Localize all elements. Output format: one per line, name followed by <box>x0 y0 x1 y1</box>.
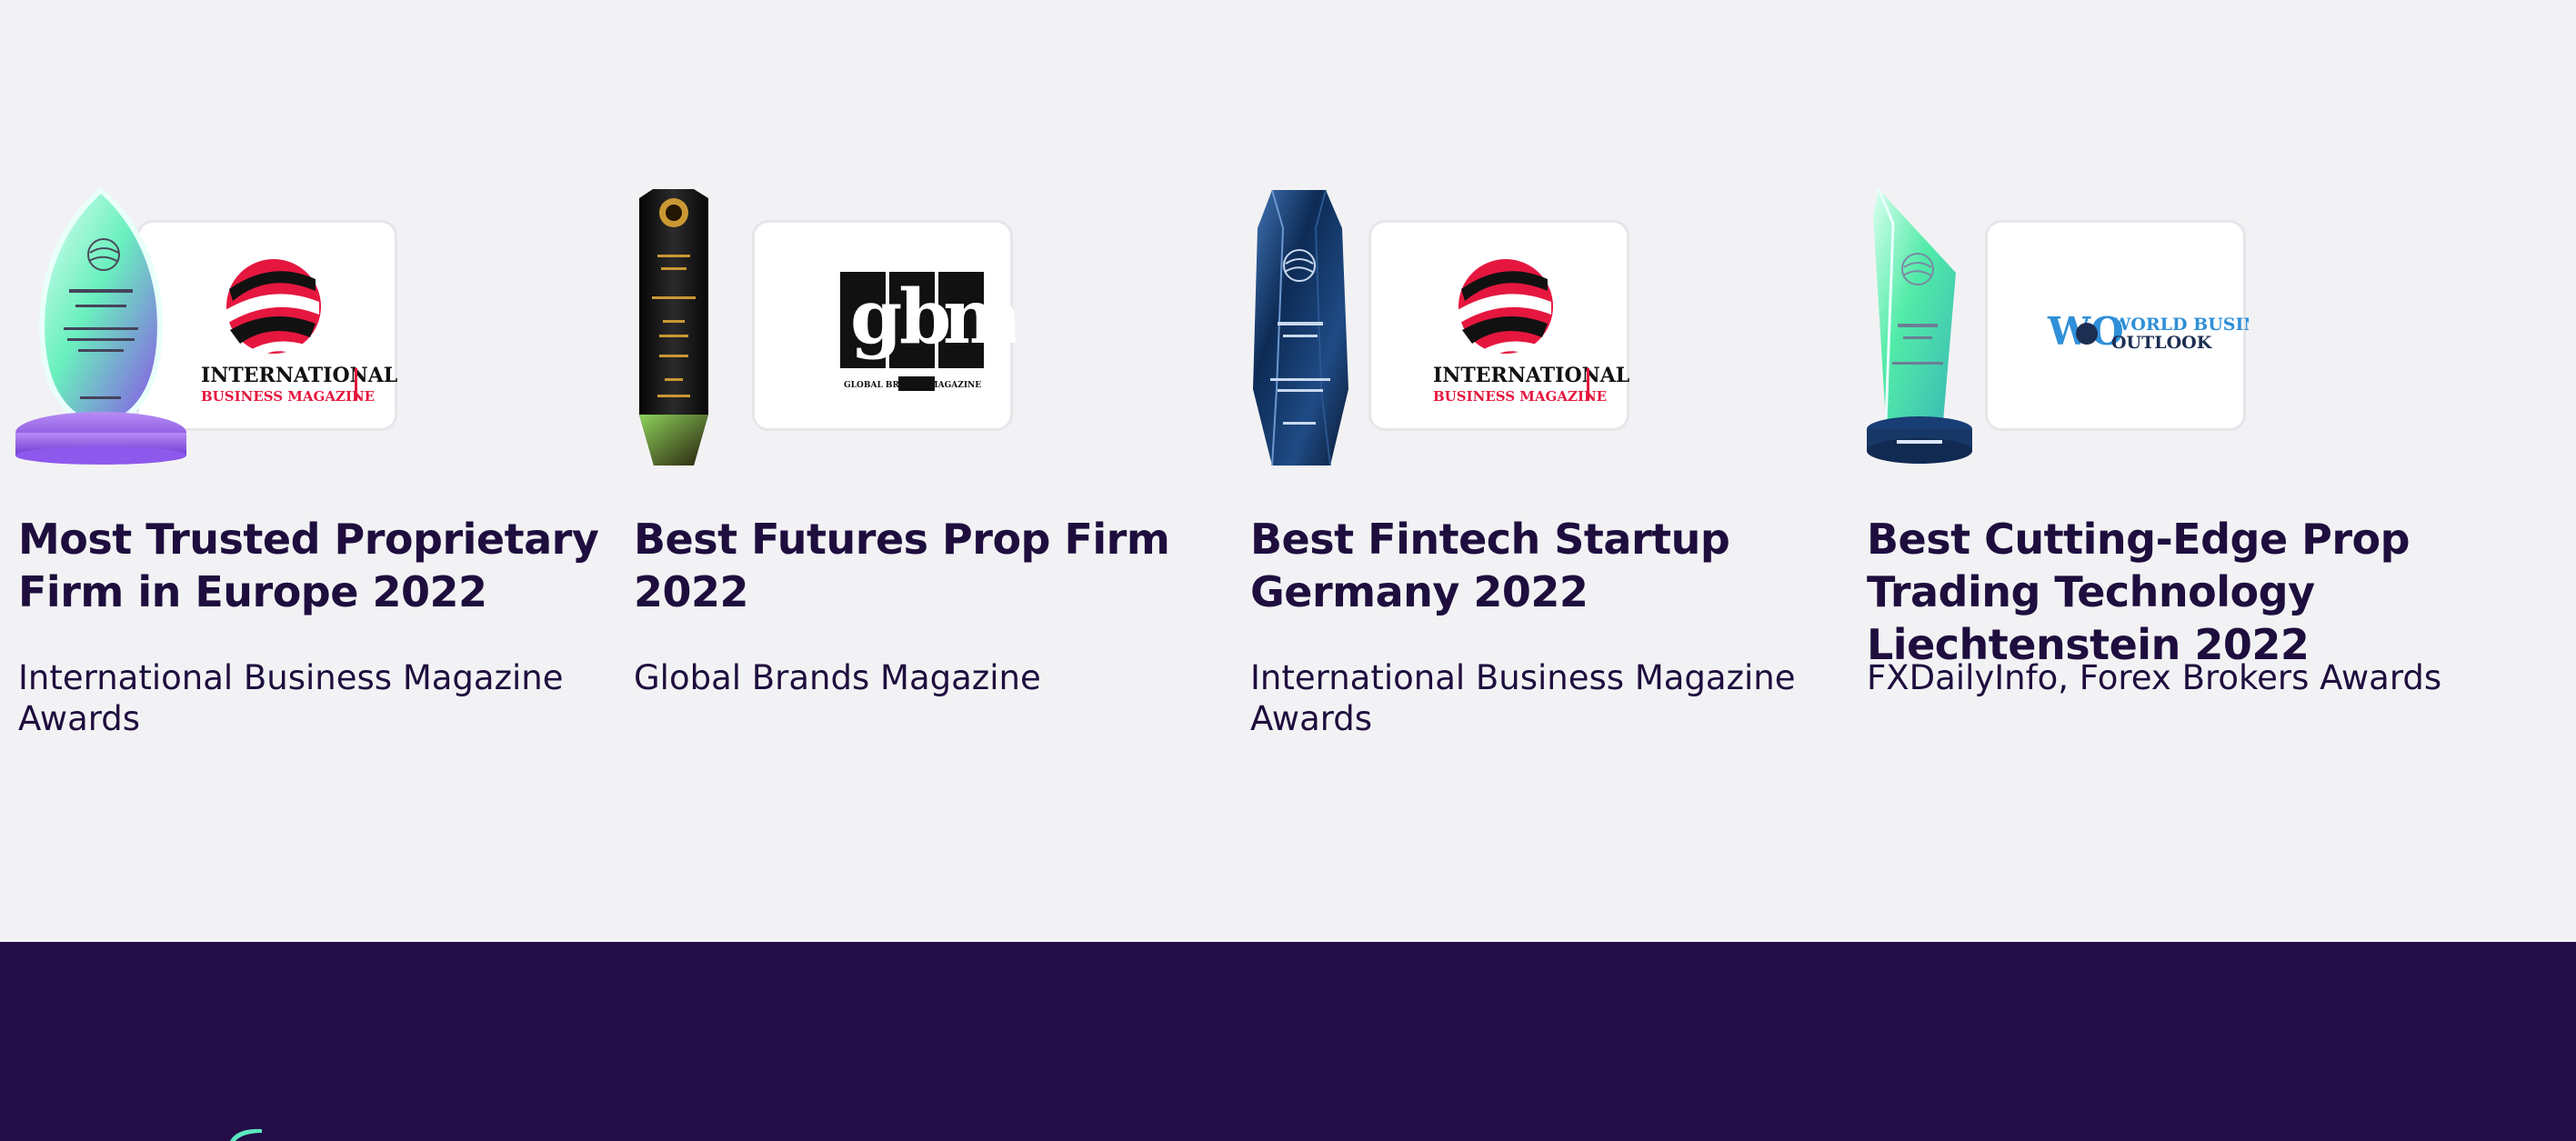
logo-line2: BUSINESS MAGAZINE <box>201 388 375 405</box>
award-issuer: FXDailyInfo, Forex Brokers Awards <box>1867 658 2442 697</box>
award-visual: INTERNATIONAL BUSINESS MAGAZINE <box>0 187 400 465</box>
award-card: g b m GLOBAL BRANDS MAGAZINE Best Future… <box>616 187 1216 697</box>
trophy-icon <box>1867 188 1972 464</box>
world-business-outlook-logo: WO WORLD BUSINESS OUTLOOK <box>2047 309 2297 354</box>
award-logo-card: WO WORLD BUSINESS OUTLOOK <box>1985 220 2297 431</box>
gbm-caption: GLOBAL BRANDS MAGAZINE <box>844 381 981 390</box>
award-visual: g b m GLOBAL BRANDS MAGAZINE <box>616 187 1022 465</box>
logo-line1: INTERNATIONAL <box>1433 364 1629 387</box>
trophy-icon <box>15 187 186 465</box>
award-card: INTERNATIONAL BUSINESS MAGAZINE <box>0 187 600 738</box>
wbo-line1: WORLD BUSINESS <box>2110 315 2249 335</box>
awards-section: INTERNATIONAL BUSINESS MAGAZINE Most Tru… <box>0 0 2576 942</box>
trophy-icon <box>639 189 708 465</box>
logo-line2: BUSINESS MAGAZINE <box>1433 388 1607 405</box>
wbo-line2: OUTLOOK <box>2111 333 2213 353</box>
international-business-magazine-logo: INTERNATIONAL BUSINESS MAGAZINE <box>1433 259 1629 405</box>
gbm-letter-g: g <box>850 274 902 361</box>
global-brands-magazine-logo: g b m GLOBAL BRANDS MAGAZINE <box>840 272 1022 391</box>
award-title: Best Fintech Startup Germany 2022 <box>1250 515 1730 616</box>
gbm-letter-m: m <box>943 274 1016 361</box>
award-issuer: International Business Magazine Awards <box>1250 658 1796 738</box>
award-issuer: Global Brands Magazine <box>634 658 1041 697</box>
logo-line1: INTERNATIONAL <box>201 364 397 387</box>
trophy-icon <box>1253 189 1348 465</box>
award-logo-card: g b m GLOBAL BRANDS MAGAZINE <box>752 220 1022 431</box>
award-visual: WO WORLD BUSINESS OUTLOOK <box>1849 187 2297 465</box>
award-title: Best Cutting-Edge Prop Trading Technolog… <box>1867 515 2411 669</box>
award-title: Best Futures Prop Firm 2022 <box>634 515 1170 616</box>
award-card: INTERNATIONAL BUSINESS MAGAZINE <box>1232 187 1832 738</box>
award-issuer: International Business Magazine Awards <box>18 658 564 738</box>
award-card: WO WORLD BUSINESS OUTLOOK <box>1849 187 2449 697</box>
award-title: Most Trusted Proprietary Firm in Europe … <box>18 515 599 616</box>
award-logo-card: INTERNATIONAL BUSINESS MAGAZINE <box>1368 220 1629 431</box>
footer-section <box>0 942 2576 1141</box>
footer-logo-partial-icon <box>230 1128 262 1141</box>
award-visual: INTERNATIONAL BUSINESS MAGAZINE <box>1232 187 1632 465</box>
